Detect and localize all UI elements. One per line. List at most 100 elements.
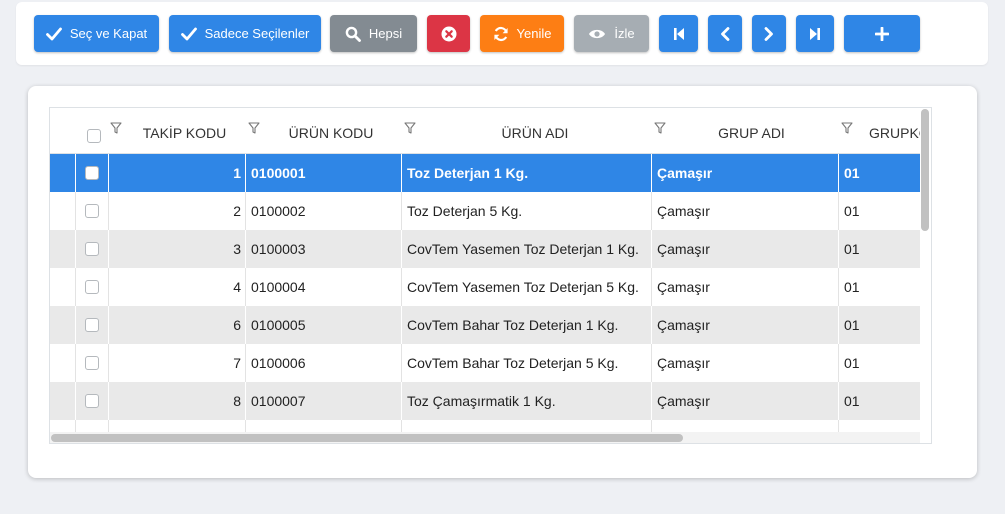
watch-label: İzle: [614, 26, 635, 41]
table-row[interactable]: 7 0100006 CovTem Bahar Toz Deterjan 5 Kg. Ç…: [50, 344, 920, 382]
cell-urun-kodu: 0100003: [251, 241, 306, 257]
prev-page-button[interactable]: [708, 15, 742, 52]
cell-grupkodu: 01: [844, 279, 860, 295]
step-backward-icon: [673, 27, 685, 41]
row-checkbox[interactable]: [85, 318, 99, 332]
cell-grup-adi: Çamaşır: [657, 317, 710, 333]
chevron-right-icon: [764, 26, 774, 41]
vertical-scroll-thumb[interactable]: [921, 109, 929, 231]
table-row[interactable]: 4 0100004 CovTem Yasemen Toz Deterjan 5 Kg…: [50, 268, 920, 306]
cell-urun-kodu: 0100004: [251, 279, 306, 295]
grid-viewport: TAKİP KODU ÜRÜN KODU ÜRÜN ADI GRUP ADI G…: [50, 108, 920, 433]
cell-grup-adi: Çamaşır: [657, 203, 710, 219]
filter-icon[interactable]: [404, 121, 416, 139]
column-separator: [75, 154, 76, 192]
column-separator: [75, 192, 76, 230]
row-checkbox[interactable]: [85, 280, 99, 294]
eye-icon: [588, 28, 606, 40]
only-selected-label: Sadece Seçilenler: [204, 26, 310, 41]
filter-icon[interactable]: [110, 121, 122, 139]
table-row[interactable]: 3 0100003 CovTem Yasemen Toz Deterjan 1 Kg…: [50, 230, 920, 268]
watch-button[interactable]: İzle: [574, 15, 649, 52]
grid-card: TAKİP KODU ÜRÜN KODU ÜRÜN ADI GRUP ADI G…: [28, 86, 977, 478]
row-checkbox[interactable]: [85, 242, 99, 256]
filter-icon[interactable]: [654, 121, 666, 139]
cell-urun-adi: Toz Deterjan 5 Kg.: [407, 203, 523, 219]
cell-takip-kodu: 1: [233, 165, 241, 181]
cell-takip-kodu: 2: [233, 203, 241, 219]
check-icon: [45, 27, 62, 41]
cell-takip-kodu: 4: [233, 279, 241, 295]
check-icon: [180, 27, 197, 41]
all-button[interactable]: Hepsi: [330, 15, 417, 52]
select-close-button[interactable]: Seç ve Kapat: [34, 15, 159, 52]
product-grid: TAKİP KODU ÜRÜN KODU ÜRÜN ADI GRUP ADI G…: [49, 107, 932, 444]
times-circle-icon: [441, 26, 457, 42]
row-checkbox[interactable]: [85, 166, 99, 180]
clear-button[interactable]: [427, 15, 470, 52]
cell-grup-adi: Çamaşır: [657, 355, 710, 371]
column-separator: [75, 230, 76, 268]
cell-grupkodu: 01: [844, 203, 860, 219]
table-row[interactable]: 1 0100001 Toz Deterjan 1 Kg. Çamaşır 01: [50, 154, 920, 192]
row-checkbox[interactable]: [85, 204, 99, 218]
grid-header: TAKİP KODU ÜRÜN KODU ÜRÜN ADI GRUP ADI G…: [50, 108, 920, 154]
row-checkbox[interactable]: [85, 394, 99, 408]
refresh-button[interactable]: Yenile: [480, 15, 564, 52]
horizontal-scrollbar[interactable]: [50, 432, 920, 443]
cell-urun-adi: CovTem Yasemen Toz Deterjan 1 Kg.: [407, 241, 639, 257]
chevron-left-icon: [720, 26, 730, 41]
cell-grupkodu: 01: [844, 355, 860, 371]
cell-urun-adi: Toz Çamaşırmatik 1 Kg.: [407, 393, 556, 409]
cell-grupkodu: 01: [844, 393, 860, 409]
cell-urun-adi: CovTem Bahar Toz Deterjan 5 Kg.: [407, 355, 619, 371]
cell-urun-kodu: 0100001: [251, 165, 306, 181]
column-separator: [75, 382, 76, 420]
table-row[interactable]: 8 0100007 Toz Çamaşırmatik 1 Kg. Çamaşır 01: [50, 382, 920, 420]
only-selected-button[interactable]: Sadece Seçilenler: [169, 15, 321, 52]
all-label: Hepsi: [368, 26, 403, 41]
cell-urun-adi: Toz Deterjan 1 Kg.: [407, 165, 529, 181]
cell-urun-kodu: 0100006: [251, 355, 306, 371]
table-row[interactable]: 2 0100002 Toz Deterjan 5 Kg. Çamaşır 01: [50, 192, 920, 230]
cell-urun-adi: CovTem Yasemen Toz Deterjan 5 Kg.: [407, 279, 639, 295]
add-button[interactable]: [844, 15, 920, 52]
column-separator: [75, 344, 76, 382]
plus-icon: [875, 26, 889, 41]
filter-icon[interactable]: [841, 121, 853, 139]
cell-takip-kodu: 8: [233, 393, 241, 409]
row-checkbox[interactable]: [85, 356, 99, 370]
cell-grupkodu: 01: [844, 165, 860, 181]
cell-grup-adi: Çamaşır: [657, 241, 710, 257]
cell-takip-kodu: 7: [233, 355, 241, 371]
cell-urun-kodu: 0100007: [251, 393, 306, 409]
vertical-scrollbar[interactable]: [919, 108, 931, 443]
refresh-icon: [493, 26, 509, 42]
last-page-button[interactable]: [796, 15, 834, 52]
table-row[interactable]: 6 0100005 CovTem Bahar Toz Deterjan 1 Kg. Ç…: [50, 306, 920, 344]
cell-takip-kodu: 3: [233, 241, 241, 257]
cell-grupkodu: 01: [844, 241, 860, 257]
filter-icon[interactable]: [248, 121, 260, 139]
column-separator: [75, 268, 76, 306]
header-takip-kodu[interactable]: TAKİP KODU: [138, 108, 231, 154]
cell-urun-adi: CovTem Bahar Toz Deterjan 1 Kg.: [407, 317, 619, 333]
header-grup-adi[interactable]: GRUP ADI: [680, 108, 823, 154]
next-page-button[interactable]: [752, 15, 786, 52]
select-all-checkbox[interactable]: [87, 128, 101, 143]
horizontal-scroll-thumb[interactable]: [51, 434, 683, 442]
cell-grup-adi: Çamaşır: [657, 165, 713, 181]
column-separator: [75, 306, 76, 344]
header-grupkodu[interactable]: GRUPKODU: [869, 108, 920, 154]
cell-grupkodu: 01: [844, 317, 860, 333]
refresh-label: Yenile: [516, 26, 552, 41]
header-urun-kodu[interactable]: ÜRÜN KODU: [270, 108, 392, 154]
cell-urun-kodu: 0100005: [251, 317, 306, 333]
step-forward-icon: [809, 27, 821, 41]
header-urun-adi[interactable]: ÜRÜN ADI: [430, 108, 640, 154]
search-icon: [345, 26, 361, 42]
first-page-button[interactable]: [659, 15, 698, 52]
cell-grup-adi: Çamaşır: [657, 279, 710, 295]
cell-grup-adi: Çamaşır: [657, 393, 710, 409]
select-close-label: Seç ve Kapat: [69, 26, 148, 41]
